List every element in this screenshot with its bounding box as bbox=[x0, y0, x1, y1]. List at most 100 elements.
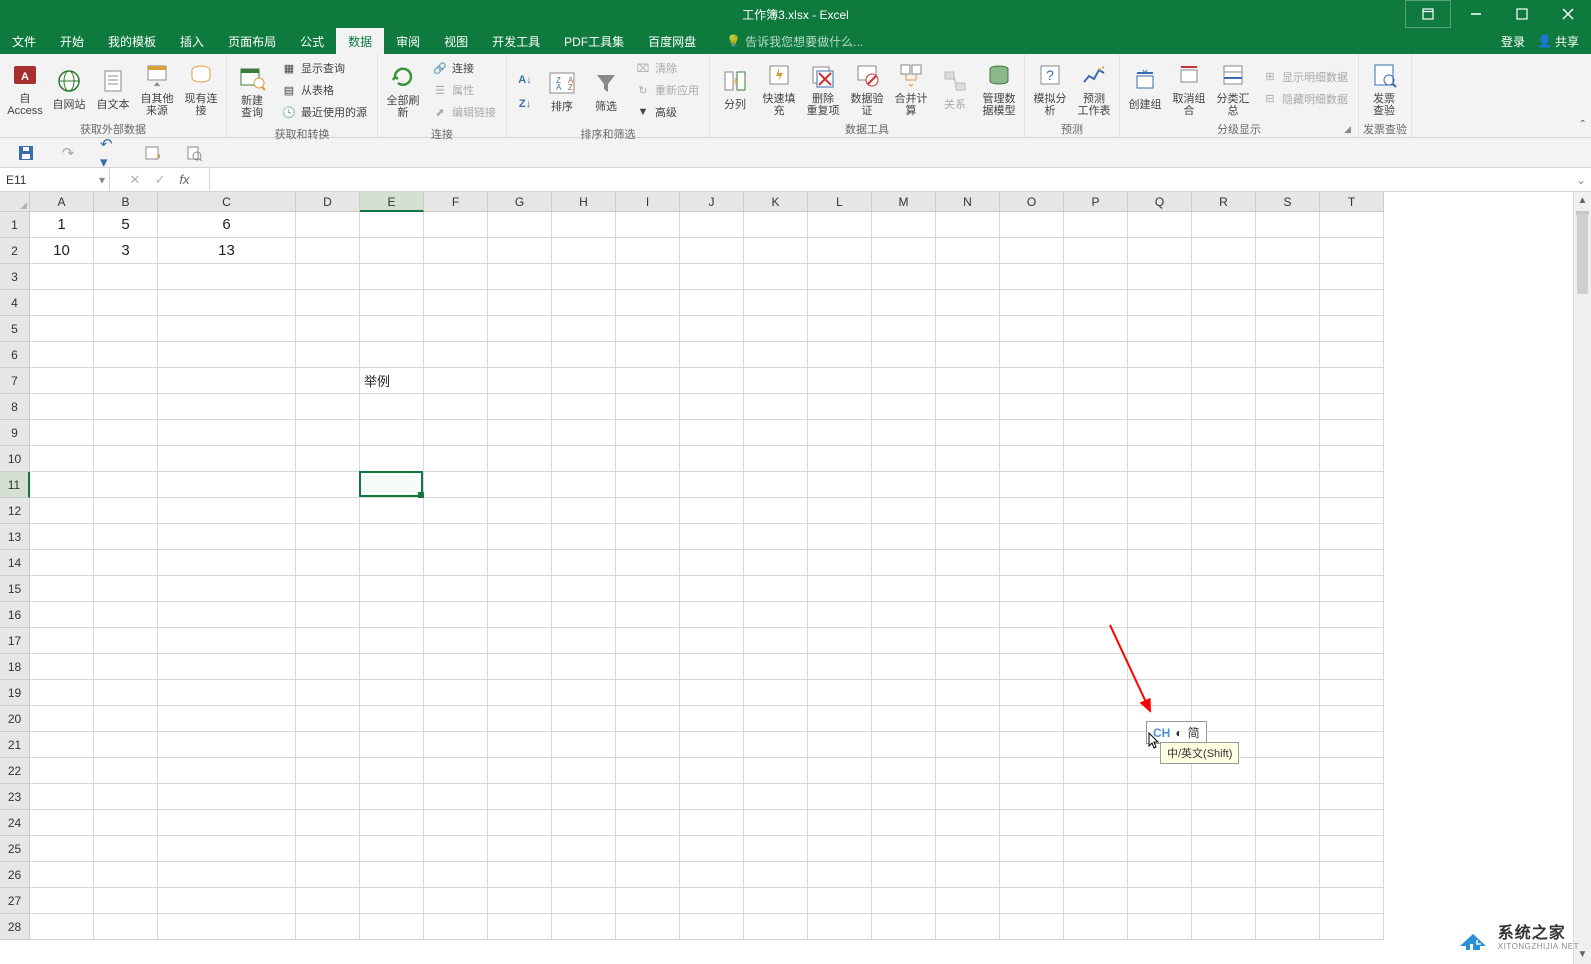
cell-L18[interactable] bbox=[808, 654, 872, 680]
cell-T25[interactable] bbox=[1320, 836, 1384, 862]
cell-M27[interactable] bbox=[872, 888, 936, 914]
cell-D5[interactable] bbox=[296, 316, 360, 342]
cell-E20[interactable] bbox=[360, 706, 424, 732]
cell-G7[interactable] bbox=[488, 368, 552, 394]
cell-A10[interactable] bbox=[30, 446, 94, 472]
cell-I3[interactable] bbox=[616, 264, 680, 290]
cell-J15[interactable] bbox=[680, 576, 744, 602]
from-access-button[interactable]: A自 Access bbox=[4, 57, 46, 119]
cell-P14[interactable] bbox=[1064, 550, 1128, 576]
cell-P19[interactable] bbox=[1064, 680, 1128, 706]
cell-O28[interactable] bbox=[1000, 914, 1064, 940]
cell-K12[interactable] bbox=[744, 498, 808, 524]
cell-S6[interactable] bbox=[1256, 342, 1320, 368]
cell-O15[interactable] bbox=[1000, 576, 1064, 602]
subtotal-button[interactable]: 分类汇总 bbox=[1212, 57, 1254, 119]
cell-D24[interactable] bbox=[296, 810, 360, 836]
column-header-J[interactable]: J bbox=[680, 192, 744, 212]
cell-S22[interactable] bbox=[1256, 758, 1320, 784]
cell-C17[interactable] bbox=[158, 628, 296, 654]
cell-E14[interactable] bbox=[360, 550, 424, 576]
cell-B10[interactable] bbox=[94, 446, 158, 472]
cell-Q18[interactable] bbox=[1128, 654, 1192, 680]
row-header-2[interactable]: 2 bbox=[0, 238, 30, 264]
cell-H18[interactable] bbox=[552, 654, 616, 680]
formula-input[interactable] bbox=[210, 168, 1571, 191]
cell-Q1[interactable] bbox=[1128, 212, 1192, 238]
cell-D1[interactable] bbox=[296, 212, 360, 238]
cell-B21[interactable] bbox=[94, 732, 158, 758]
cell-J21[interactable] bbox=[680, 732, 744, 758]
collapse-ribbon-button[interactable]: ˆ bbox=[1580, 117, 1585, 133]
cell-Q5[interactable] bbox=[1128, 316, 1192, 342]
cell-T2[interactable] bbox=[1320, 238, 1384, 264]
column-header-Q[interactable]: Q bbox=[1128, 192, 1192, 212]
cell-J18[interactable] bbox=[680, 654, 744, 680]
cell-L13[interactable] bbox=[808, 524, 872, 550]
cell-R26[interactable] bbox=[1192, 862, 1256, 888]
cell-C26[interactable] bbox=[158, 862, 296, 888]
cell-G23[interactable] bbox=[488, 784, 552, 810]
cell-N21[interactable] bbox=[936, 732, 1000, 758]
cell-O11[interactable] bbox=[1000, 472, 1064, 498]
existing-connections-button[interactable]: 现有连接 bbox=[180, 57, 222, 119]
cell-C14[interactable] bbox=[158, 550, 296, 576]
cell-J17[interactable] bbox=[680, 628, 744, 654]
cell-R17[interactable] bbox=[1192, 628, 1256, 654]
cell-E16[interactable] bbox=[360, 602, 424, 628]
cell-D15[interactable] bbox=[296, 576, 360, 602]
cell-L21[interactable] bbox=[808, 732, 872, 758]
cell-P26[interactable] bbox=[1064, 862, 1128, 888]
cell-G27[interactable] bbox=[488, 888, 552, 914]
cell-J27[interactable] bbox=[680, 888, 744, 914]
cell-T9[interactable] bbox=[1320, 420, 1384, 446]
cell-K6[interactable] bbox=[744, 342, 808, 368]
row-header-19[interactable]: 19 bbox=[0, 680, 30, 706]
cell-G18[interactable] bbox=[488, 654, 552, 680]
cell-L4[interactable] bbox=[808, 290, 872, 316]
cell-C18[interactable] bbox=[158, 654, 296, 680]
cell-I22[interactable] bbox=[616, 758, 680, 784]
cell-N7[interactable] bbox=[936, 368, 1000, 394]
tab-PDF工具集[interactable]: PDF工具集 bbox=[552, 28, 636, 54]
cell-I4[interactable] bbox=[616, 290, 680, 316]
cell-M26[interactable] bbox=[872, 862, 936, 888]
cell-M22[interactable] bbox=[872, 758, 936, 784]
refresh-all-button[interactable]: 全部刷新 bbox=[382, 59, 424, 121]
cell-K5[interactable] bbox=[744, 316, 808, 342]
cell-P2[interactable] bbox=[1064, 238, 1128, 264]
tab-页面布局[interactable]: 页面布局 bbox=[216, 28, 288, 54]
cell-T12[interactable] bbox=[1320, 498, 1384, 524]
cell-O21[interactable] bbox=[1000, 732, 1064, 758]
cell-T4[interactable] bbox=[1320, 290, 1384, 316]
cell-L24[interactable] bbox=[808, 810, 872, 836]
cell-B16[interactable] bbox=[94, 602, 158, 628]
cell-S5[interactable] bbox=[1256, 316, 1320, 342]
row-header-6[interactable]: 6 bbox=[0, 342, 30, 368]
cell-D8[interactable] bbox=[296, 394, 360, 420]
cell-J24[interactable] bbox=[680, 810, 744, 836]
ribbon-display-options[interactable] bbox=[1405, 0, 1451, 28]
cell-P13[interactable] bbox=[1064, 524, 1128, 550]
cell-T16[interactable] bbox=[1320, 602, 1384, 628]
cell-G15[interactable] bbox=[488, 576, 552, 602]
column-header-G[interactable]: G bbox=[488, 192, 552, 212]
cell-S19[interactable] bbox=[1256, 680, 1320, 706]
cell-I25[interactable] bbox=[616, 836, 680, 862]
cell-S17[interactable] bbox=[1256, 628, 1320, 654]
cell-K10[interactable] bbox=[744, 446, 808, 472]
cell-O12[interactable] bbox=[1000, 498, 1064, 524]
cell-P10[interactable] bbox=[1064, 446, 1128, 472]
column-header-E[interactable]: E bbox=[360, 192, 424, 212]
cell-M20[interactable] bbox=[872, 706, 936, 732]
cell-Q17[interactable] bbox=[1128, 628, 1192, 654]
cell-D28[interactable] bbox=[296, 914, 360, 940]
cell-F11[interactable] bbox=[424, 472, 488, 498]
cell-O22[interactable] bbox=[1000, 758, 1064, 784]
cell-Q15[interactable] bbox=[1128, 576, 1192, 602]
cell-N28[interactable] bbox=[936, 914, 1000, 940]
cell-P20[interactable] bbox=[1064, 706, 1128, 732]
what-if-button[interactable]: ?模拟分析 bbox=[1029, 57, 1071, 119]
cell-B5[interactable] bbox=[94, 316, 158, 342]
cell-A3[interactable] bbox=[30, 264, 94, 290]
